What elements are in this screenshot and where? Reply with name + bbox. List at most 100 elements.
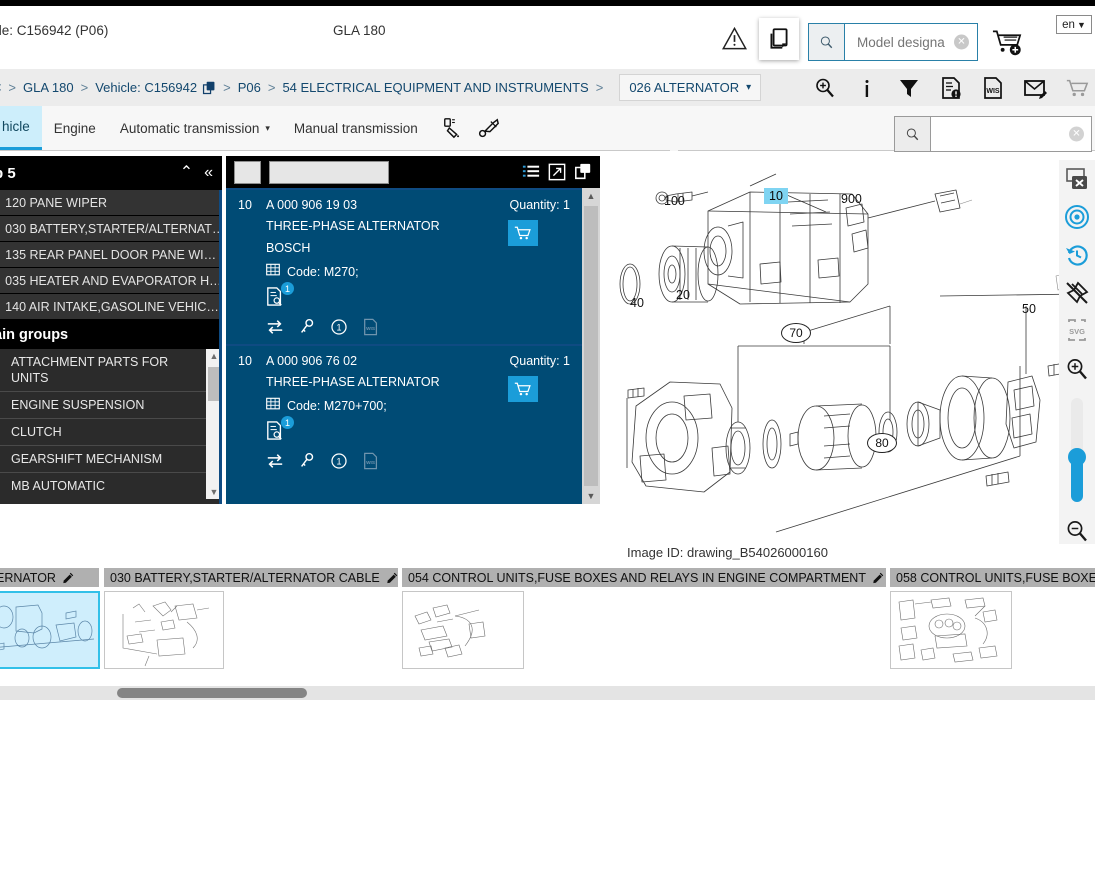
scrollbar-thumb[interactable] [584,206,598,486]
add-to-cart-icon[interactable] [991,28,1024,56]
tab-automatic-transmission[interactable]: Automatic transmission ▾ [108,106,282,150]
exchange-icon[interactable] [266,318,284,336]
header-search[interactable]: ✕ [808,23,978,61]
tab-manual-transmission[interactable]: Manual transmission [282,106,430,150]
drawing-callout-900[interactable]: 900 [841,192,862,206]
sidebar-group-attachment-parts-for-units[interactable]: ATTACHMENT PARTS FOR UNITS [0,349,222,392]
tool-wrench-icon[interactable] [478,117,500,139]
add-to-cart-button[interactable] [508,220,538,246]
zoom-search-icon[interactable] [813,76,837,100]
drawing-callout-70[interactable]: 70 [781,323,811,343]
expand-icon[interactable] [548,163,566,181]
chevron-up-icon[interactable]: ⌃ [180,165,193,181]
breadcrumb-item-4[interactable]: 54 ELECTRICAL EQUIPMENT AND INSTRUMENTS [282,80,588,95]
breadcrumb-item-3[interactable]: P06 [238,80,261,95]
sidebar-item-030-battery-starter-alternator[interactable]: - 030 BATTERY,STARTER/ALTERNAT… [0,216,222,242]
thumbnail-image[interactable] [402,591,524,669]
thumbnail-caption[interactable]: 058 CONTROL UNITS,FUSE BOXES [890,568,1095,587]
sidebar-group-engine-suspension[interactable]: ENGINE SUSPENSION [0,392,222,419]
chevron-double-left-icon[interactable]: « [204,165,213,181]
info-circle-icon[interactable]: 1 [330,318,348,336]
language-selector[interactable]: en ▼ [1056,15,1092,34]
paint-spray-icon[interactable] [442,117,464,139]
tab-engine[interactable]: Engine [42,106,108,150]
copy-icon[interactable] [202,81,216,95]
breadcrumb-item-0[interactable]: C [0,80,1,95]
key-icon[interactable] [298,452,316,470]
breadcrumb-item-2[interactable]: Vehicle: C156942 [95,80,197,95]
warning-triangle-icon[interactable] [721,25,748,52]
content-search-field[interactable]: ✕ [931,117,1091,151]
thumbnail-image[interactable] [104,591,224,669]
tab-label: hicle [2,119,30,134]
wis-document-icon[interactable]: WIS [362,452,380,470]
exchange-icon[interactable] [266,452,284,470]
thumbnail-horizontal-scrollbar[interactable] [0,686,1095,700]
drawing-callout-20[interactable]: 20 [676,288,690,302]
breadcrumb-item-1[interactable]: GLA 180 [23,80,74,95]
tab-vehicle[interactable]: hicle [0,106,42,150]
drawing-callout-80[interactable]: 80 [867,433,897,453]
parts-scrollbar[interactable]: ▲ ▼ [582,188,600,504]
content-search[interactable]: ✕ [894,116,1092,152]
key-icon[interactable] [298,318,316,336]
content-search-input[interactable] [939,126,1065,143]
zoom-slider[interactable] [1071,398,1083,502]
drawing-callout-40[interactable]: 40 [630,296,644,310]
copy-documents-icon[interactable] [759,18,799,60]
scroll-down-icon[interactable]: ▼ [582,488,600,504]
document-search-icon[interactable]: 1 [266,421,288,441]
zoom-out-icon[interactable] [1064,518,1090,544]
close-overlay-icon[interactable] [1064,168,1090,192]
part-list-item[interactable]: 10 A 000 906 19 03 Quantity: 1 THREE-PHA… [226,188,600,344]
svg-export-icon[interactable]: SVG [1064,318,1090,344]
zoom-slider-knob[interactable] [1068,448,1086,466]
cart-icon[interactable] [1065,76,1089,100]
thumbnail-caption[interactable]: ALTERNATOR [0,568,99,587]
parts-search-field[interactable] [269,161,389,184]
edit-icon[interactable] [386,572,398,584]
document-alert-icon[interactable] [939,76,963,100]
clear-icon[interactable]: ✕ [954,35,969,50]
sidebar-item-035-heater-and-evaporator[interactable]: - 035 HEATER AND EVAPORATOR H… [0,268,222,294]
technical-drawing-viewer[interactable]: 10 100 900 20 40 50 70 80 [600,156,1095,540]
thumbnail-caption[interactable]: 030 BATTERY,STARTER/ALTERNATOR CABLE [104,568,398,587]
search-icon[interactable] [809,24,845,60]
header-search-field[interactable]: ✕ [845,24,977,60]
sidebar-item-135-rear-panel-door-pane[interactable]: - 135 REAR PANEL DOOR PANE WI… [0,242,222,268]
info-circle-icon[interactable]: 1 [330,452,348,470]
history-undo-icon[interactable] [1064,242,1090,268]
wis-document-icon[interactable]: WIS [981,76,1005,100]
thumbnail-caption[interactable]: 054 CONTROL UNITS,FUSE BOXES AND RELAYS … [402,568,886,587]
info-icon[interactable] [855,76,879,100]
breadcrumb-current-dropdown[interactable]: 026 ALTERNATOR ▾ [619,74,761,101]
drawing-callout-100[interactable]: 100 [664,194,685,208]
search-icon[interactable] [895,117,931,151]
sidebar-group-mb-automatic[interactable]: MB AUTOMATIC [0,473,222,499]
add-to-cart-button[interactable] [508,376,538,402]
list-view-icon[interactable] [522,163,540,181]
edit-icon[interactable] [872,572,884,584]
wis-document-icon[interactable]: WIS [362,318,380,336]
sidebar-item-140-air-intake-gasoline[interactable]: - 140 AIR INTAKE,GASOLINE VEHIC… [0,294,222,320]
drawing-callout-highlighted[interactable]: 10 [764,188,788,204]
scroll-up-icon[interactable]: ▲ [582,188,600,204]
document-search-icon[interactable]: 1 [266,287,288,307]
sidebar-group-gearshift-mechanism[interactable]: GEARSHIFT MECHANISM [0,446,222,473]
part-list-item[interactable]: 10 A 000 906 76 02 Quantity: 1 THREE-PHA… [226,344,600,478]
mail-edit-icon[interactable] [1023,76,1047,100]
zoom-in-icon[interactable] [1064,356,1090,382]
copy-icon[interactable] [574,163,592,181]
target-focus-icon[interactable] [1064,204,1090,230]
thumbnail-image[interactable] [890,591,1012,669]
sidebar-group-clutch[interactable]: CLUTCH [0,419,222,446]
scrollbar-thumb[interactable] [117,688,307,698]
sidebar-item-120-pane-wiper[interactable]: - 120 PANE WIPER [0,190,222,216]
clear-icon[interactable]: ✕ [1069,127,1084,142]
parts-filter-box[interactable] [234,161,261,184]
unpin-icon[interactable] [1064,280,1090,306]
filter-icon[interactable] [897,76,921,100]
drawing-callout-50[interactable]: 50 [1022,302,1036,316]
thumbnail-image[interactable] [0,591,100,669]
edit-icon[interactable] [62,572,74,584]
